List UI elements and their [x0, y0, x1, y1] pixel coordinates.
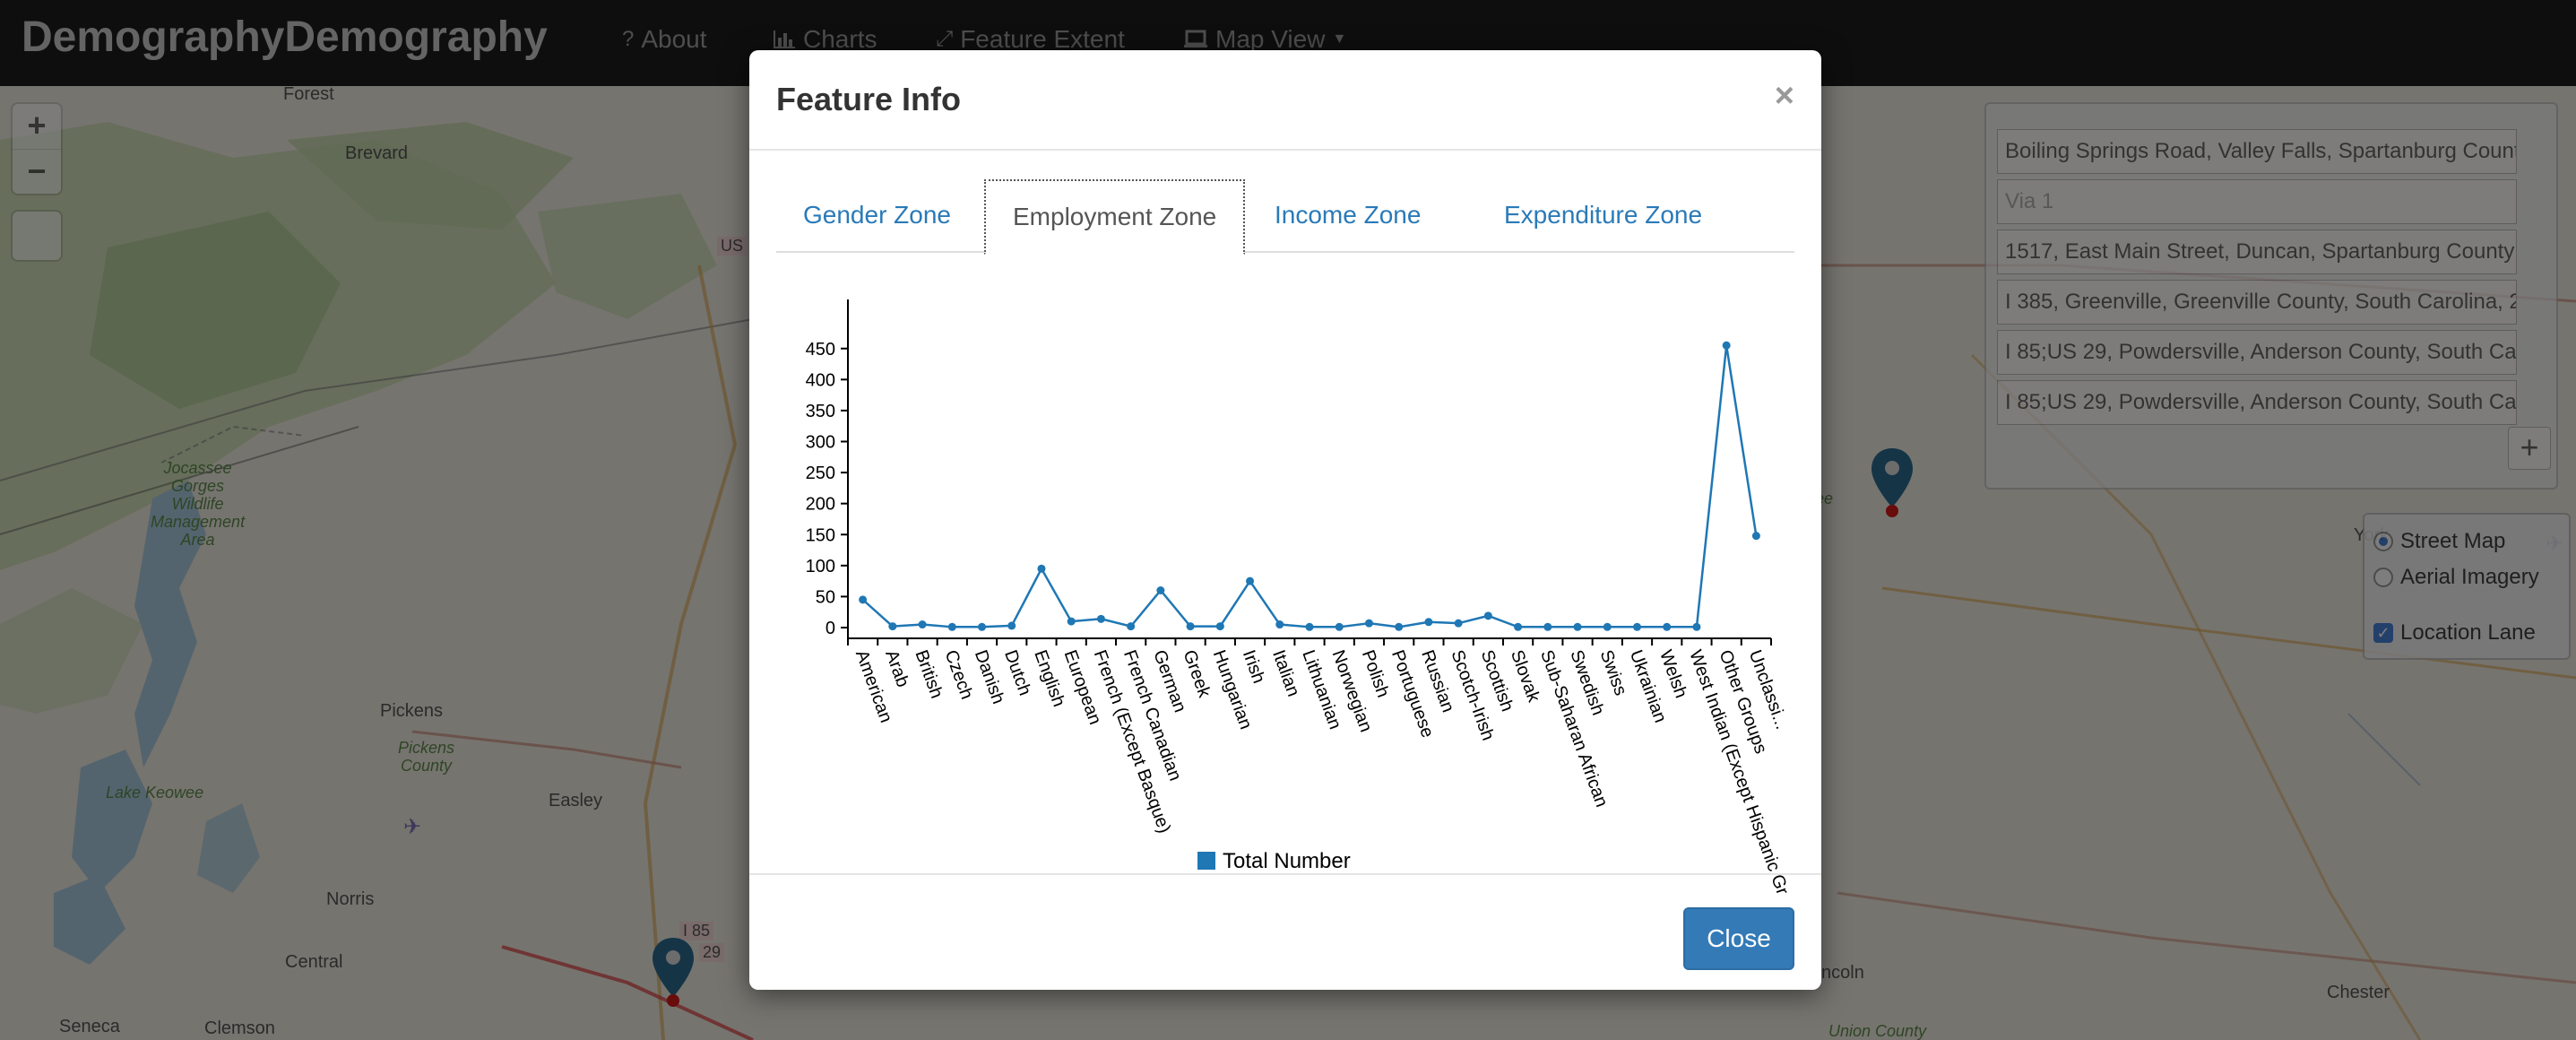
legend-swatch — [1197, 852, 1215, 870]
y-tick-label: 200 — [806, 495, 835, 515]
feature-info-modal: Feature Info × Gender Zone Employment Zo… — [749, 50, 1821, 990]
employment-chart: 0 50 100 150 200 250 300 350 400 450 American Arab… — [776, 269, 1794, 914]
line-chart: 050100150200250300350400450 AmericanArab… — [806, 299, 1793, 897]
x-tick-label: Arab — [881, 647, 912, 689]
x-tick-label: British — [911, 647, 947, 701]
y-axis: 0 50 100 150 200 250 300 350 400 450 — [806, 299, 849, 638]
y-tick-label: 50 — [816, 587, 835, 607]
x-tick-label: Irish — [1239, 647, 1269, 686]
y-tick-label: 300 — [806, 433, 835, 453]
data-point[interactable] — [1514, 622, 1523, 631]
data-point[interactable] — [1305, 622, 1314, 631]
data-point[interactable] — [1573, 622, 1582, 631]
data-point[interactable] — [947, 622, 956, 631]
tab-gender-zone[interactable]: Gender Zone — [776, 179, 978, 253]
y-tick-label: 0 — [826, 619, 835, 638]
modal-footer: Close — [749, 873, 1821, 990]
close-button[interactable]: Close — [1683, 907, 1794, 970]
data-point[interactable] — [1067, 617, 1076, 626]
data-point[interactable] — [1364, 619, 1373, 628]
data-point[interactable] — [1096, 614, 1105, 623]
data-point[interactable] — [1395, 622, 1404, 631]
series-line — [861, 345, 1758, 628]
tab-expenditure-zone[interactable]: Expenditure Zone — [1477, 179, 1729, 253]
y-tick-label: 100 — [806, 557, 835, 576]
y-tick-label: 450 — [806, 340, 835, 360]
data-point[interactable] — [1156, 586, 1165, 594]
data-point[interactable] — [1483, 611, 1492, 620]
y-tick-label: 150 — [806, 525, 835, 545]
data-point[interactable] — [859, 595, 868, 604]
data-point[interactable] — [1424, 618, 1433, 627]
chart-legend: Total Number — [1197, 849, 1351, 873]
data-point[interactable] — [1275, 620, 1284, 629]
data-point[interactable] — [888, 622, 897, 631]
data-point[interactable] — [1037, 564, 1046, 573]
data-point[interactable] — [1454, 619, 1463, 628]
data-point[interactable] — [1751, 532, 1760, 541]
data-point[interactable] — [1335, 622, 1344, 631]
data-point[interactable] — [918, 620, 927, 629]
y-tick-label: 400 — [806, 370, 835, 390]
data-point[interactable] — [978, 622, 987, 631]
zone-tabs: Gender Zone Employment Zone Income Zone … — [776, 179, 1794, 255]
modal-title: Feature Info — [776, 81, 962, 117]
x-tick-label: Italian — [1268, 647, 1303, 699]
close-icon[interactable]: × — [1775, 77, 1794, 116]
data-point[interactable] — [1603, 622, 1612, 631]
legend-label: Total Number — [1223, 849, 1351, 873]
data-point[interactable] — [1215, 622, 1224, 631]
data-point[interactable] — [1246, 576, 1255, 585]
data-point[interactable] — [1186, 622, 1195, 631]
tab-income-zone[interactable]: Income Zone — [1248, 179, 1448, 253]
tab-employment-zone[interactable]: Employment Zone — [984, 179, 1246, 255]
data-point[interactable] — [1692, 622, 1701, 631]
y-tick-label: 350 — [806, 402, 835, 421]
data-point[interactable] — [1663, 622, 1672, 631]
series-layer — [859, 341, 1760, 631]
modal-header: Feature Info × — [749, 50, 1821, 151]
data-point[interactable] — [1632, 622, 1641, 631]
y-tick-label: 250 — [806, 464, 835, 483]
data-point[interactable] — [1007, 621, 1016, 630]
data-point[interactable] — [1127, 622, 1136, 631]
data-point[interactable] — [1543, 622, 1552, 631]
data-point[interactable] — [1722, 341, 1731, 350]
